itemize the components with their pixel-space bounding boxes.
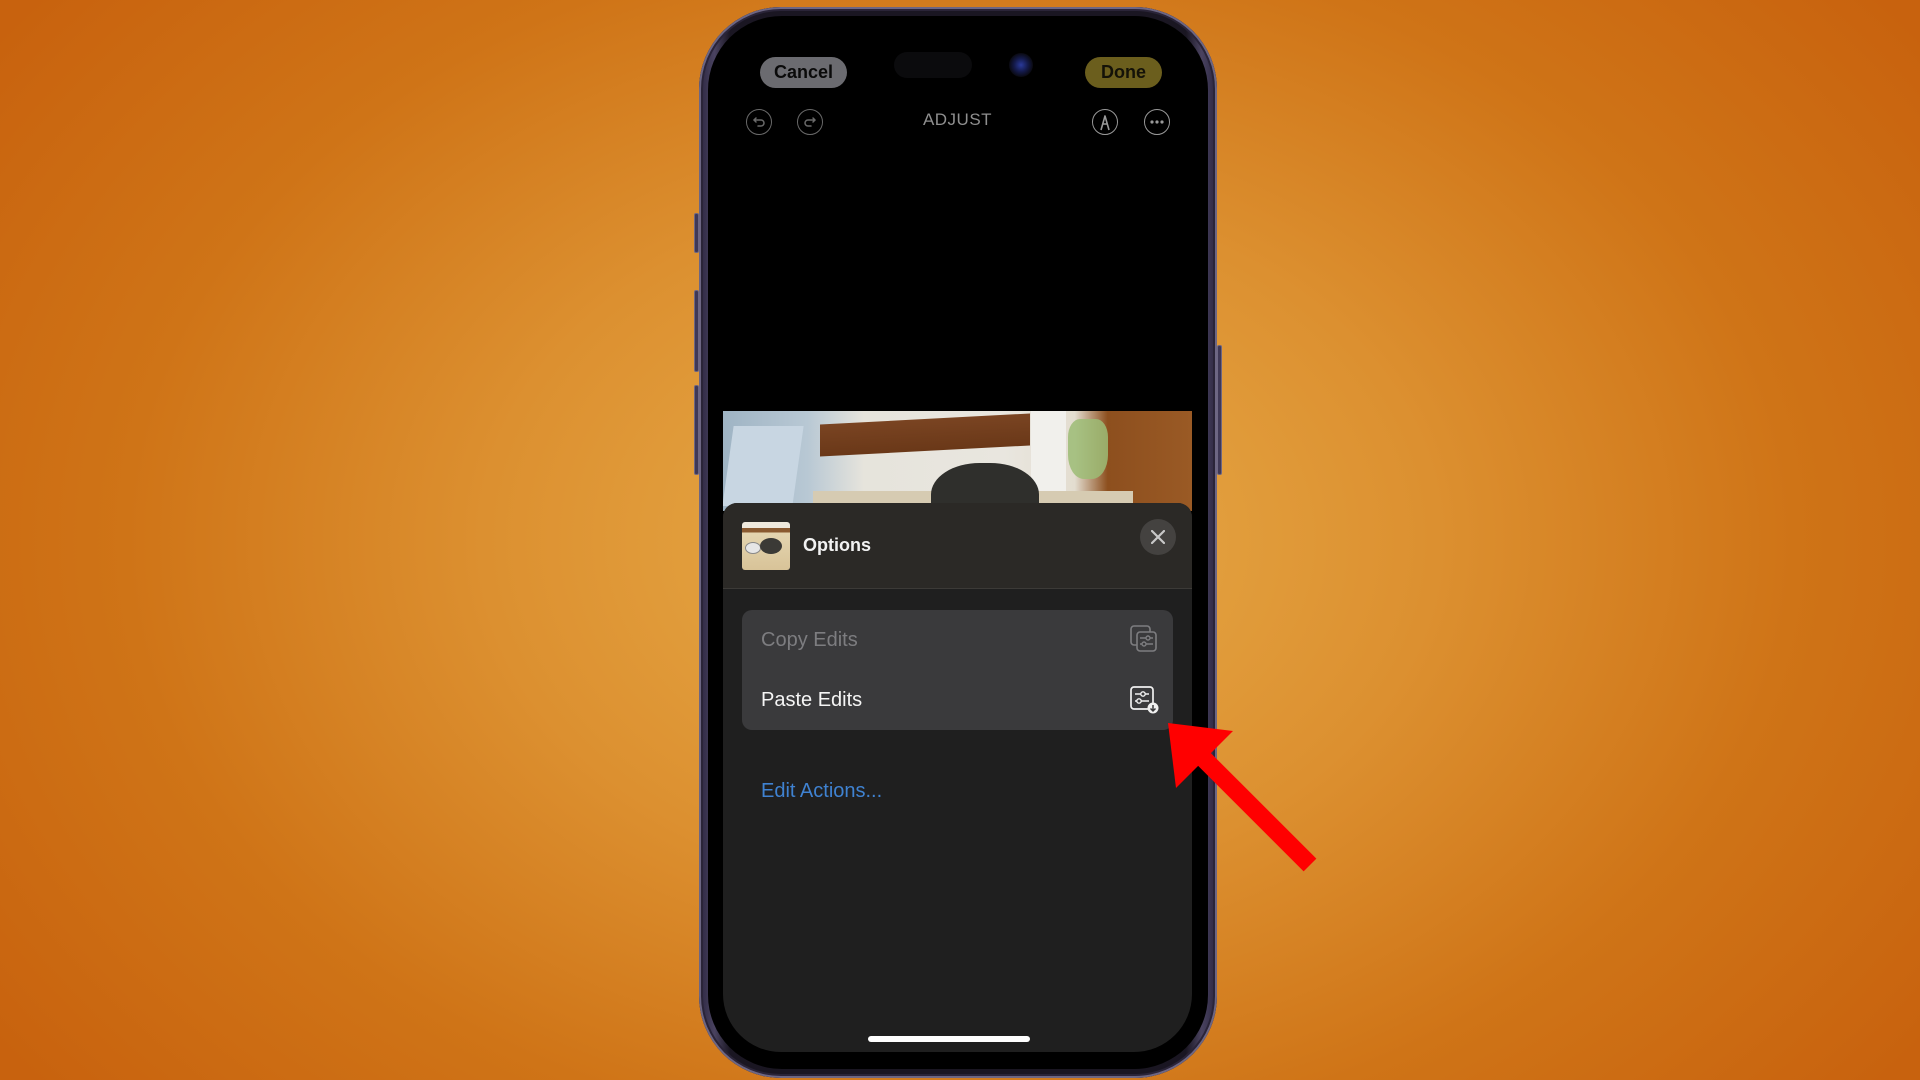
close-button[interactable] <box>1140 519 1176 555</box>
sheet-header: Options <box>723 503 1192 589</box>
mode-title: ADJUST <box>922 110 993 129</box>
thumb-dog <box>760 538 782 554</box>
front-camera <box>1009 53 1033 77</box>
paste-edits-label: Paste Edits <box>761 689 863 711</box>
home-indicator[interactable] <box>868 1036 1030 1042</box>
photo-box <box>723 426 804 506</box>
more-icon[interactable] <box>1144 109 1170 135</box>
paste-edits-icon <box>1130 686 1159 714</box>
phone-screen: Cancel Done ADJUST Options Copy Edits Pa… <box>723 30 1192 1052</box>
volume-down-button <box>694 385 699 475</box>
cancel-button[interactable]: Cancel <box>760 57 848 88</box>
volume-up-button <box>694 290 699 372</box>
sheet-title: Options <box>803 535 871 555</box>
close-icon <box>1151 530 1165 544</box>
photo-thumbnail <box>742 522 790 570</box>
edits-menu: Copy Edits Paste Edits <box>742 610 1173 730</box>
photo-post <box>1031 411 1066 491</box>
markup-icon[interactable] <box>1092 109 1118 135</box>
done-button[interactable]: Done <box>1085 57 1162 88</box>
photo-stair <box>820 413 1030 457</box>
action-button <box>694 213 699 253</box>
options-sheet: Options Copy Edits Paste Edits Edit Acti… <box>723 503 1192 1052</box>
copy-edits-item[interactable]: Copy Edits <box>742 610 1173 670</box>
thumb-bowl <box>745 542 761 554</box>
dynamic-island <box>894 52 972 78</box>
copy-edits-label: Copy Edits <box>761 629 858 651</box>
photo-bag <box>1068 419 1108 479</box>
paste-edits-item[interactable]: Paste Edits <box>742 670 1173 730</box>
side-button <box>1217 345 1222 475</box>
edit-actions-link[interactable]: Edit Actions... <box>761 780 882 803</box>
photo-preview <box>723 411 1192 511</box>
copy-edits-icon <box>1130 625 1157 652</box>
